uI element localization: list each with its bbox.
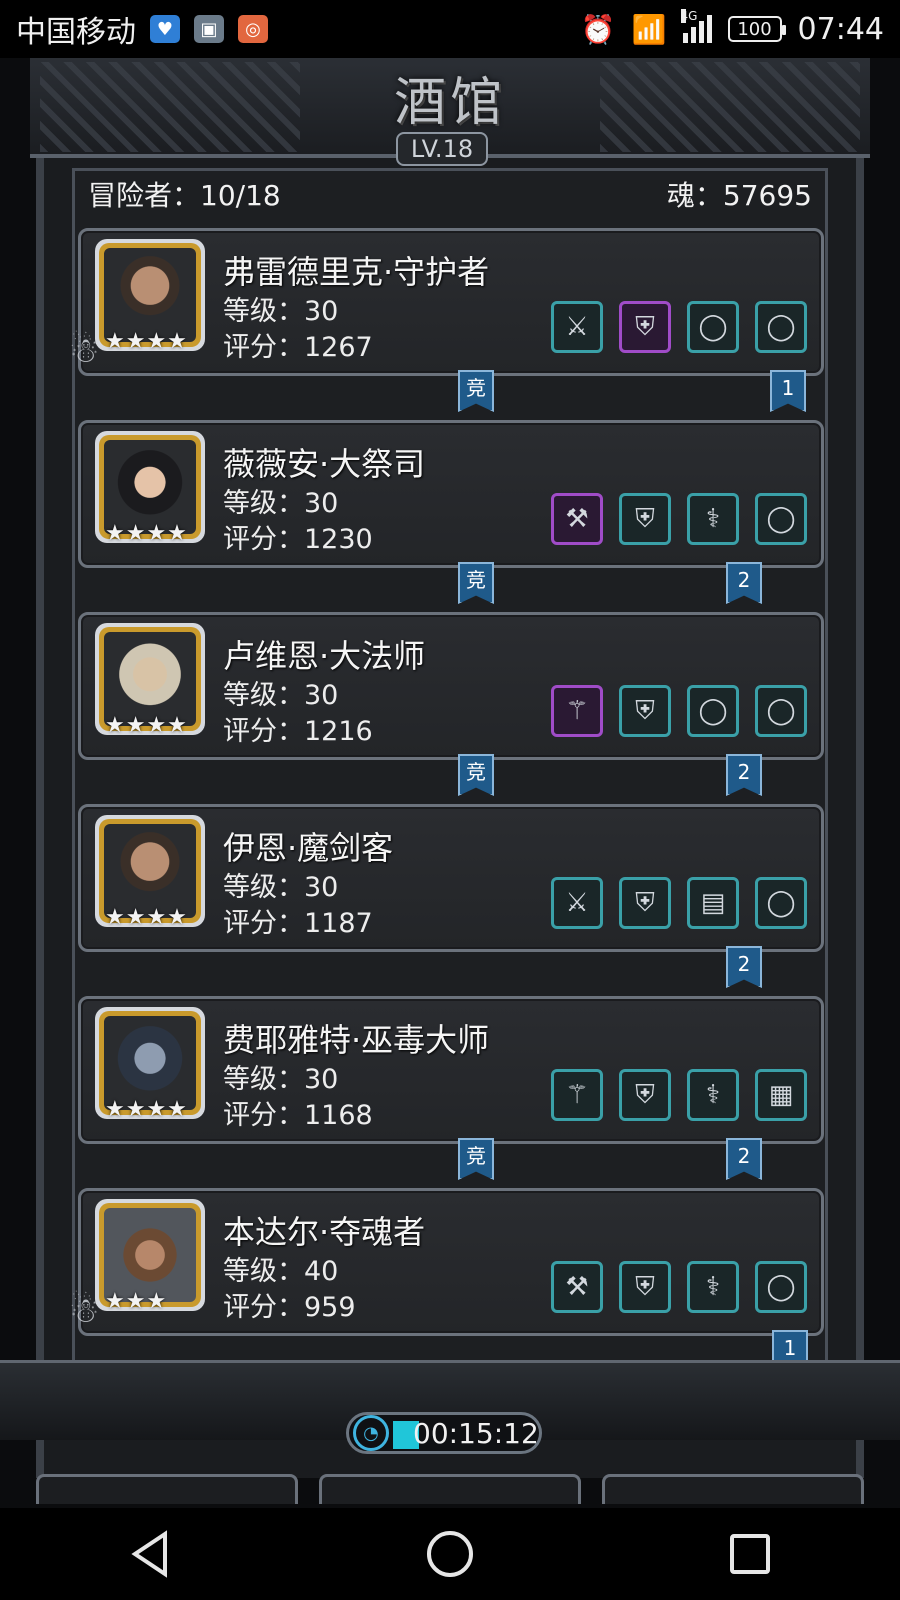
tavern-info-row: 冒险者：10/18 魂：57695: [88, 174, 812, 214]
soul-count: 魂：57695: [666, 179, 812, 212]
status-bar: 中国移动 ♥ ▣ ◎ ⏰ 📶 4G 100 07:44: [0, 0, 900, 58]
timer-text: 00:15:12: [413, 1416, 539, 1450]
hero-level: 等级：30: [223, 872, 339, 903]
tab-center[interactable]: [319, 1474, 581, 1504]
hero-level: 等级：30: [223, 488, 339, 519]
tavern-level-badge: LV.18: [396, 132, 488, 166]
system-nav-bar: [0, 1508, 900, 1600]
gallery-app-icon: ▣: [194, 15, 224, 43]
home-icon: [427, 1531, 473, 1577]
ring-icon[interactable]: ◯: [687, 301, 739, 353]
hero-name: 伊恩·魔剑客: [223, 829, 394, 867]
hero-level: 等级：30: [223, 1064, 339, 1095]
armor-icon[interactable]: ⛨: [619, 1261, 671, 1313]
hero-stars: ★★★★: [105, 905, 188, 930]
recents-button[interactable]: [705, 1524, 795, 1584]
health-app-icon: ♥: [150, 15, 180, 43]
equipment-slots: ⚚ ⛨ ◯ ◯: [551, 685, 807, 737]
ring-icon[interactable]: ◯: [755, 685, 807, 737]
ring-icon[interactable]: ◯: [755, 301, 807, 353]
hammer-icon[interactable]: ⚒: [551, 493, 603, 545]
hero-name: 薇薇安·大祭司: [223, 445, 426, 483]
hero-stars: ★★★: [105, 1289, 168, 1314]
bottom-tabs: [36, 1474, 864, 1504]
equipment-slots: ⚒ ⛨ ⚕ ◯: [551, 493, 807, 545]
barrel-icon[interactable]: ▦: [755, 1069, 807, 1121]
sword-icon[interactable]: ⚔: [551, 301, 603, 353]
tavern-title: 酒馆: [393, 73, 506, 133]
hero-card[interactable]: ★★★★ 卢维恩·大法师 等级：30 评分：1216 ⚚ ⛨ ◯ ◯: [78, 612, 824, 760]
carrier-name: 中国移动: [16, 15, 136, 50]
ghost-status-icon: ☃: [69, 1291, 100, 1331]
network-type: 4G: [680, 9, 698, 23]
hero-level: 等级：30: [223, 296, 339, 327]
chain-ornament-left: [40, 62, 300, 152]
alarm-icon: ⏰: [580, 12, 616, 46]
hero-score: 评分：1187: [223, 908, 373, 939]
clock-icon: ◔: [353, 1415, 389, 1451]
hero-level: 等级：30: [223, 680, 339, 711]
amulet-icon[interactable]: ⚕: [687, 493, 739, 545]
amulet-icon[interactable]: ⚕: [687, 1069, 739, 1121]
armor-icon[interactable]: ⛨: [619, 685, 671, 737]
armor-icon[interactable]: ⛨: [619, 301, 671, 353]
hero-card[interactable]: ★★★★ 费耶雅特·巫毒大师 等级：30 评分：1168 ⚚ ⛨ ⚕ ▦: [78, 996, 824, 1144]
hero-name: 本达尔·夺魂者: [223, 1213, 426, 1251]
equipment-slots: ⚚ ⛨ ⚕ ▦: [551, 1069, 807, 1121]
adventurer-count: 冒险者：10/18: [88, 179, 281, 212]
ring-icon[interactable]: ◯: [687, 685, 739, 737]
battery-icon: 100: [727, 16, 786, 42]
clock-time: 07:44: [797, 11, 884, 47]
hero-card[interactable]: ★★★ ☃ 本达尔·夺魂者 等级：40 评分：959 ⚒ ⛨ ⚕ ◯: [69, 1188, 824, 1336]
hero-score: 评分：1216: [223, 716, 373, 747]
ring-icon[interactable]: ◯: [755, 1261, 807, 1313]
chain-ornament-right: [600, 62, 860, 152]
equipment-slots: ⚒ ⛨ ⚕ ◯: [551, 1261, 807, 1313]
tab-right[interactable]: [602, 1474, 864, 1504]
hero-stars: ★★★★: [105, 1097, 188, 1122]
tab-left[interactable]: [36, 1474, 298, 1504]
home-button[interactable]: [405, 1524, 495, 1584]
refresh-timer: ◔ 00:15:12: [346, 1412, 542, 1454]
hero-score: 评分：959: [223, 1292, 356, 1323]
hero-name: 卢维恩·大法师: [223, 637, 426, 675]
hero-card[interactable]: ★★★★ 伊恩·魔剑客 等级：30 评分：1187 ⚔ ⛨ ▤ ◯: [78, 804, 824, 952]
hero-stars: ★★★★: [105, 329, 188, 354]
notification-app-icon: ◎: [238, 15, 268, 43]
ring-icon[interactable]: ◯: [755, 493, 807, 545]
hero-score: 评分：1230: [223, 524, 373, 555]
wifi-icon: 📶: [631, 12, 667, 46]
equipment-slots: ⚔ ⛨ ◯ ◯: [551, 301, 807, 353]
armor-icon[interactable]: ⛨: [619, 1069, 671, 1121]
axe-icon[interactable]: ⚒: [551, 1261, 603, 1313]
hero-score: 评分：1267: [223, 332, 373, 363]
back-icon: [131, 1530, 167, 1578]
recents-icon: [730, 1534, 770, 1574]
armor-icon[interactable]: ⛨: [619, 493, 671, 545]
back-button[interactable]: [105, 1524, 195, 1584]
staff-icon[interactable]: ⚚: [551, 1069, 603, 1121]
hero-level: 等级：40: [223, 1256, 339, 1287]
hero-stars: ★★★★: [105, 521, 188, 546]
ring-icon[interactable]: ◯: [755, 877, 807, 929]
staff-icon[interactable]: ⚚: [551, 685, 603, 737]
hero-card[interactable]: ★★★★ 薇薇安·大祭司 等级：30 评分：1230 ⚒ ⛨ ⚕ ◯: [78, 420, 824, 568]
amulet-icon[interactable]: ⚕: [687, 1261, 739, 1313]
armor-icon[interactable]: ⛨: [619, 877, 671, 929]
hero-score: 评分：1168: [223, 1100, 373, 1131]
ghost-status-icon: ☃: [69, 331, 100, 371]
sword-icon[interactable]: ⚔: [551, 877, 603, 929]
cell-signal-icon: 4G: [680, 9, 712, 43]
hero-name: 费耶雅特·巫毒大师: [223, 1021, 490, 1059]
equipment-slots: ⚔ ⛨ ▤ ◯: [551, 877, 807, 929]
scroll-icon[interactable]: ▤: [687, 877, 739, 929]
hero-card[interactable]: ★★★★ ☃ 弗雷德里克·守护者 等级：30 评分：1267 ⚔ ⛨ ◯ ◯: [69, 228, 824, 376]
hero-name: 弗雷德里克·守护者: [223, 253, 490, 291]
battery-level: 100: [737, 18, 772, 40]
hero-stars: ★★★★: [105, 713, 188, 738]
